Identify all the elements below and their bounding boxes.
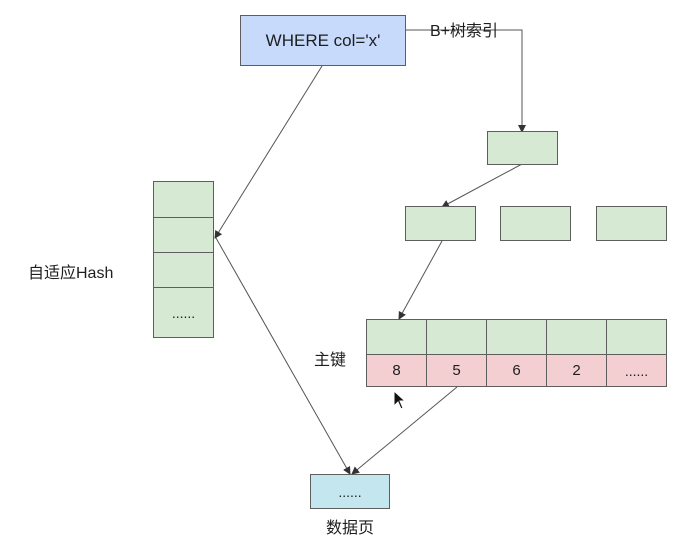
arrow-query-to-btree-root bbox=[406, 29, 526, 133]
query-box: WHERE col='x' bbox=[240, 15, 406, 66]
btree-index-label: B+树索引 bbox=[430, 23, 499, 40]
query-text: WHERE col='x' bbox=[265, 30, 381, 50]
index-diagram: WHERE col='x' B+树索引 自适应Hash ...... 主键 8 … bbox=[0, 0, 693, 539]
hash-cell bbox=[153, 217, 214, 252]
leaf-slot bbox=[546, 319, 606, 354]
data-page-text: ...... bbox=[338, 483, 362, 500]
mouse-cursor-icon bbox=[393, 390, 407, 410]
primary-key-label: 主键 bbox=[314, 352, 347, 369]
hash-cell bbox=[153, 252, 214, 287]
btree-level2-node bbox=[596, 206, 667, 241]
leaf-slot bbox=[486, 319, 546, 354]
adaptive-hash-label: 自适应Hash bbox=[28, 265, 114, 282]
data-page-label: 数据页 bbox=[326, 520, 375, 537]
primary-key-cell: 6 bbox=[486, 354, 546, 387]
arrow-query-to-hash bbox=[214, 65, 323, 239]
primary-key-row: 8 5 6 2 ...... bbox=[366, 354, 667, 387]
primary-key-cell: ...... bbox=[606, 354, 667, 387]
arrow-root-to-level2 bbox=[441, 163, 523, 208]
btree-level2-node bbox=[500, 206, 571, 241]
arrow-level2-to-primary-key bbox=[398, 240, 443, 320]
btree-level2-node bbox=[405, 206, 476, 241]
btree-root-node bbox=[487, 131, 558, 165]
primary-key-cell: 8 bbox=[366, 354, 426, 387]
leaf-slot bbox=[606, 319, 667, 354]
leaf-slot bbox=[426, 319, 486, 354]
hash-cell bbox=[153, 181, 214, 217]
primary-key-leaf: 8 5 6 2 ...... bbox=[366, 319, 667, 387]
hash-cell: ...... bbox=[153, 287, 214, 338]
data-page-box: ...... bbox=[310, 474, 390, 509]
primary-key-cell: 5 bbox=[426, 354, 486, 387]
primary-key-cell: 2 bbox=[546, 354, 606, 387]
leaf-green-row bbox=[366, 319, 667, 354]
adaptive-hash-table: ...... bbox=[153, 181, 214, 338]
leaf-slot bbox=[366, 319, 426, 354]
